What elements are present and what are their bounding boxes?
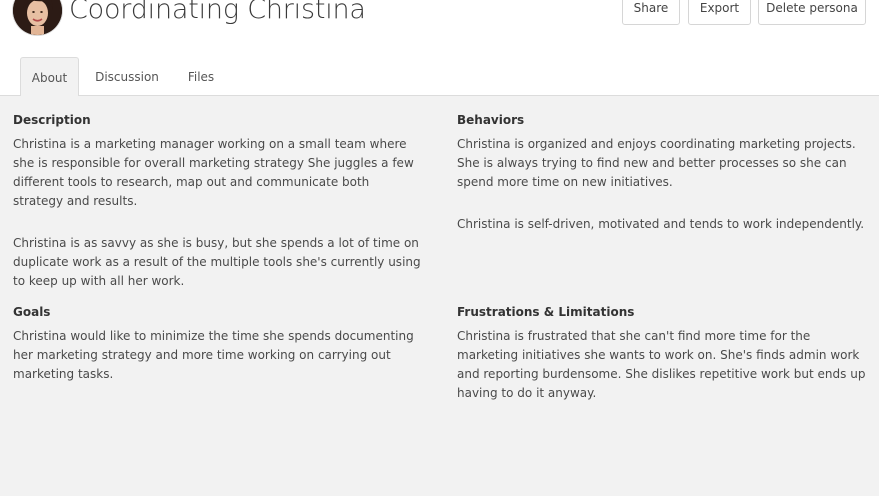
section-heading: Behaviors <box>457 113 525 127</box>
section-paragraph: Christina would like to minimize the tim… <box>13 329 414 381</box>
persona-header: Coordinating Christina Share Export Dele… <box>0 0 879 57</box>
section-paragraph: Christina is organized and enjoys coordi… <box>457 137 856 189</box>
section-paragraph: Christina is a marketing manager working… <box>13 137 414 208</box>
page-title: Coordinating Christina <box>69 0 366 25</box>
tab-discussion[interactable]: Discussion <box>86 57 168 96</box>
avatar-portrait-icon <box>13 0 62 35</box>
section-heading: Goals <box>13 305 51 319</box>
tab-bar: About Discussion Files <box>0 57 879 97</box>
tab-about[interactable]: About <box>20 57 79 97</box>
section-paragraph: Christina is frustrated that she can't f… <box>457 329 866 400</box>
about-panel: Description Christina is a marketing man… <box>0 96 879 496</box>
section-paragraph: Christina is self-driven, motivated and … <box>457 217 865 231</box>
tab-files[interactable]: Files <box>176 57 226 96</box>
persona-avatar <box>13 0 62 35</box>
behaviors-section: Behaviors Christina is organized and enj… <box>457 112 869 234</box>
delete-persona-button[interactable]: Delete persona <box>758 0 866 25</box>
description-section: Description Christina is a marketing man… <box>13 112 423 291</box>
export-button[interactable]: Export <box>688 0 751 25</box>
share-button[interactable]: Share <box>622 0 680 25</box>
section-paragraph: Christina is as savvy as she is busy, bu… <box>13 236 421 288</box>
section-heading: Description <box>13 113 91 127</box>
goals-section: Goals Christina would like to minimize t… <box>13 304 423 384</box>
section-heading: Frustrations & Limitations <box>457 305 635 319</box>
frustrations-section: Frustrations & Limitations Christina is … <box>457 304 869 403</box>
